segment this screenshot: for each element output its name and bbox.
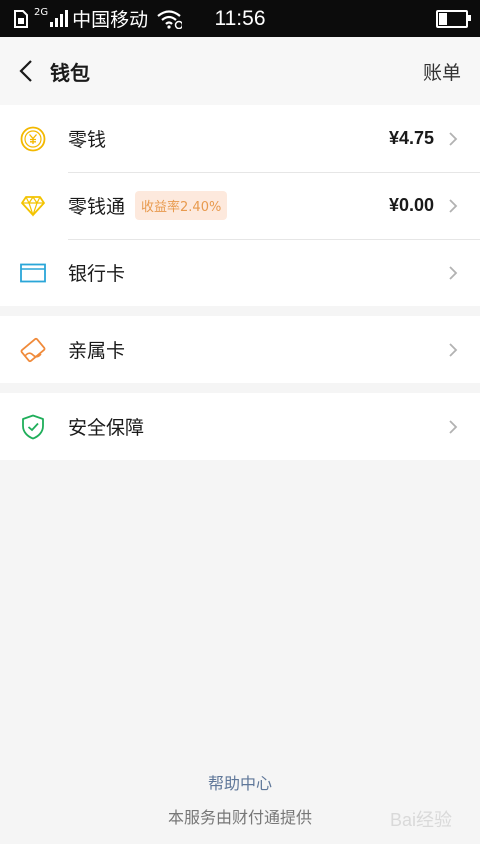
network-type: 2G [34,7,49,18]
security-row[interactable]: 安全保障 [0,393,480,460]
security-label: 安全保障 [68,417,145,439]
security-group: 安全保障 [0,393,480,460]
sim-icon [14,9,28,28]
diamond-icon [18,191,48,221]
chevron-right-icon [449,419,458,434]
section-gap [0,383,480,393]
lingqiantong-balance: ¥0.00 [388,195,434,215]
battery-icon [436,9,471,28]
help-center-link[interactable]: 帮助中心 [0,770,480,794]
chevron-right-icon [449,342,458,357]
change-balance: ¥4.75 [388,128,434,148]
battery-fill [439,12,448,25]
family-card-label: 亲属卡 [68,340,126,362]
chevron-right-icon [449,131,458,146]
page-title: 钱包 [50,60,90,85]
yield-rate-badge: 收益率2.40% [135,191,228,220]
status-time: 11:56 [214,6,266,30]
lingqiantong-label: 零钱通 [68,196,126,218]
status-left: 2G 中国移动 [0,0,183,37]
change-row[interactable]: 零钱 ¥4.75 [0,105,480,172]
family-card-group: 亲属卡 [0,316,480,383]
shield-icon [18,412,48,442]
wifi-icon [157,9,183,29]
signal-icon [50,10,69,27]
bill-button[interactable]: 账单 [423,58,461,85]
nav-bar: 钱包 账单 [0,37,480,105]
watermark-logo: Bai经验 [389,810,452,830]
row-divider [68,239,480,240]
wallet-balance-group: 零钱 ¥4.75 零钱通 收益率2.40% ¥0.00 银行卡 [0,105,480,306]
family-card-icon [18,335,48,365]
yuan-coin-icon [18,124,48,154]
chevron-right-icon [449,265,458,280]
row-divider [68,172,480,173]
carrier-name: 中国移动 [72,9,149,31]
back-arrow-icon[interactable] [8,53,44,89]
bank-card-row[interactable]: 银行卡 [0,239,480,306]
lingqiantong-row[interactable]: 零钱通 收益率2.40% ¥0.00 [0,172,480,239]
chevron-right-icon [449,198,458,213]
bank-card-label: 银行卡 [68,263,126,285]
status-bar: 2G 中国移动 11:56 [0,0,480,37]
family-card-row[interactable]: 亲属卡 [0,316,480,383]
bank-card-icon [18,258,48,288]
section-gap [0,306,480,316]
change-label: 零钱 [68,129,107,151]
battery-indicator [436,0,471,37]
